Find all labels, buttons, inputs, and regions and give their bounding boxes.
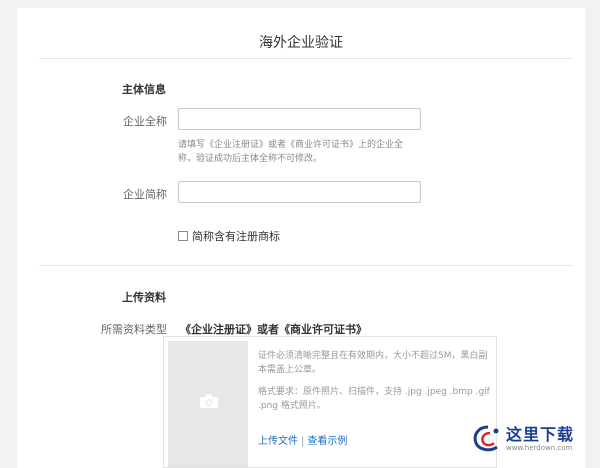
upload-links: 上传文件 | 查看示例: [258, 432, 347, 447]
watermark-text: 这里下载: [506, 425, 575, 444]
watermark: 这里下载 www.herdown.com: [470, 420, 600, 458]
view-example-link[interactable]: 查看示例: [307, 436, 347, 447]
format-requirement-line1: 格式要求：原件照片、扫描件，支持 .jpg .jpeg .bmp .gif: [258, 387, 490, 397]
full-name-hint: 请填写《企业注册证》或者《商业许可证书》上的企业全 称，验证成功后主体全称不可修…: [178, 138, 403, 166]
material-type-label: 所需资料类型: [101, 323, 167, 336]
trademark-checkbox-row[interactable]: 简称含有注册商标: [178, 228, 280, 244]
section-divider: [39, 265, 573, 266]
short-name-label: 企业简称: [123, 188, 167, 201]
material-type-value: 《企业注册证》或者《商业许可证书》: [180, 323, 367, 336]
full-name-input[interactable]: [178, 108, 421, 130]
trademark-checkbox-label: 简称含有注册商标: [192, 230, 280, 243]
short-name-input[interactable]: [178, 181, 421, 203]
page-title: 海外企业验证: [259, 35, 343, 51]
link-separator: |: [301, 436, 305, 447]
full-name-label: 企业全称: [123, 115, 167, 128]
upload-file-link[interactable]: 上传文件: [258, 436, 298, 447]
format-requirement: 格式要求：原件照片、扫描件，支持 .jpg .jpeg .bmp .gif .p…: [258, 385, 490, 413]
section-title-upload: 上传资料: [122, 291, 166, 304]
title-divider: [39, 58, 573, 59]
upload-description: 证件必须清晰完整且在有效期内，大小不超过5M，黑白副 本需盖上公章。: [258, 349, 488, 377]
upload-preview[interactable]: [168, 341, 248, 467]
full-name-hint-line2: 称，验证成功后主体全称不可修改。: [178, 154, 323, 164]
upload-description-line1: 证件必须清晰完整且在有效期内，大小不超过5M，黑白副: [258, 351, 488, 361]
upload-description-line2: 本需盖上公章。: [258, 365, 322, 375]
section-title-subject: 主体信息: [122, 83, 166, 96]
camera-icon: [200, 394, 218, 408]
watermark-logo-icon: [473, 425, 499, 452]
trademark-checkbox[interactable]: [178, 231, 188, 241]
watermark-url: www.herdown.com: [506, 444, 573, 452]
upload-box: 证件必须清晰完整且在有效期内，大小不超过5M，黑白副 本需盖上公章。 格式要求：…: [163, 336, 497, 468]
full-name-hint-line1: 请填写《企业注册证》或者《商业许可证书》上的企业全: [178, 140, 404, 150]
format-requirement-line2: .png 格式照片。: [258, 401, 326, 411]
